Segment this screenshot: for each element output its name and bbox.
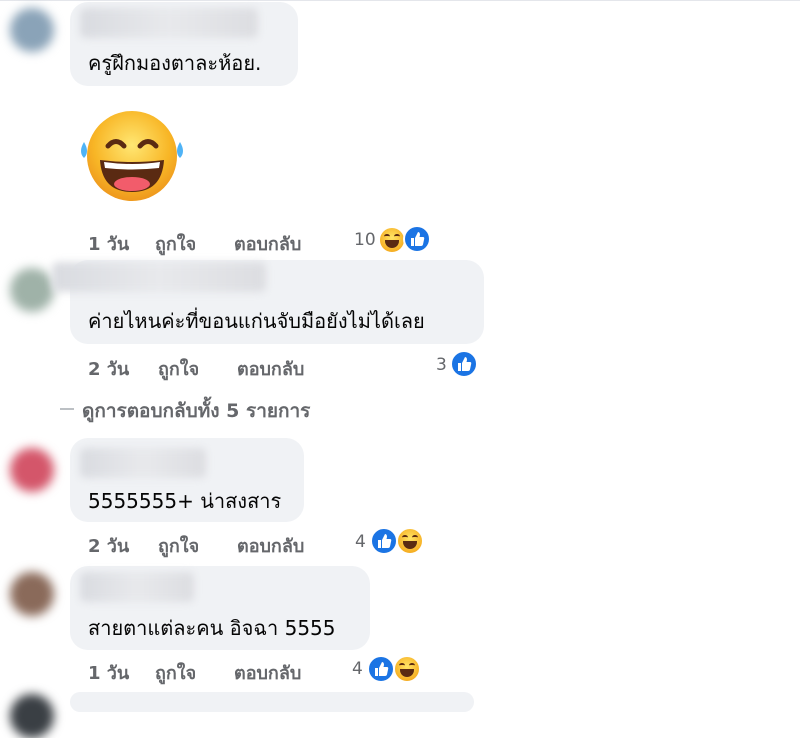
replies-connector-line	[60, 408, 74, 410]
avatar[interactable]	[10, 268, 54, 312]
like-button[interactable]: ถูกใจ	[158, 531, 199, 560]
avatar[interactable]	[10, 8, 54, 52]
reaction-count[interactable]: 3	[436, 355, 447, 375]
commenter-name[interactable]	[80, 448, 206, 478]
commenter-name[interactable]	[80, 572, 194, 602]
comment-time[interactable]: 2 วัน	[88, 531, 129, 560]
like-reaction-icon[interactable]	[450, 350, 478, 378]
reply-button[interactable]: ตอบกลับ	[237, 531, 304, 560]
commenter-name[interactable]	[80, 8, 258, 38]
comment-text: สายตาแต่ละคน อิจฉา 5555	[88, 616, 336, 640]
haha-reaction-icon[interactable]	[378, 226, 406, 254]
like-reaction-icon[interactable]	[403, 225, 431, 253]
haha-reaction-icon[interactable]	[396, 527, 424, 555]
view-all-replies-link[interactable]: ดูการตอบกลับทั้ง 5 รายการ	[82, 396, 310, 426]
like-button[interactable]: ถูกใจ	[158, 354, 199, 383]
reaction-count[interactable]: 10	[354, 230, 376, 250]
reply-button[interactable]: ตอบกลับ	[234, 658, 301, 687]
reply-button[interactable]: ตอบกลับ	[234, 229, 301, 258]
reply-button[interactable]: ตอบกลับ	[237, 354, 304, 383]
comment-time[interactable]: 1 วัน	[88, 229, 129, 258]
top-divider	[0, 0, 800, 1]
avatar[interactable]	[10, 572, 54, 616]
laughing-emoji-sticker	[81, 111, 183, 201]
avatar[interactable]	[10, 694, 54, 738]
like-reaction-icon[interactable]	[367, 655, 395, 683]
comment-time[interactable]: 2 วัน	[88, 354, 129, 383]
comment-time[interactable]: 1 วัน	[88, 658, 129, 687]
comment-bubble	[70, 692, 474, 712]
reaction-count[interactable]: 4	[352, 659, 363, 679]
comment-text: ค่ายไหนค่ะที่ขอนแก่นจับมือยังไม่ได้เลย	[88, 309, 425, 333]
commenter-name[interactable]	[52, 262, 266, 292]
like-button[interactable]: ถูกใจ	[155, 658, 196, 687]
reaction-count[interactable]: 4	[355, 532, 366, 552]
haha-reaction-icon[interactable]	[393, 655, 421, 683]
avatar[interactable]	[10, 448, 54, 492]
comment-text: ครูฝึกมองตาละห้อย.	[88, 51, 262, 75]
like-button[interactable]: ถูกใจ	[155, 229, 196, 258]
comment-text: 5555555+ น่าสงสาร	[88, 489, 282, 513]
like-reaction-icon[interactable]	[370, 527, 398, 555]
